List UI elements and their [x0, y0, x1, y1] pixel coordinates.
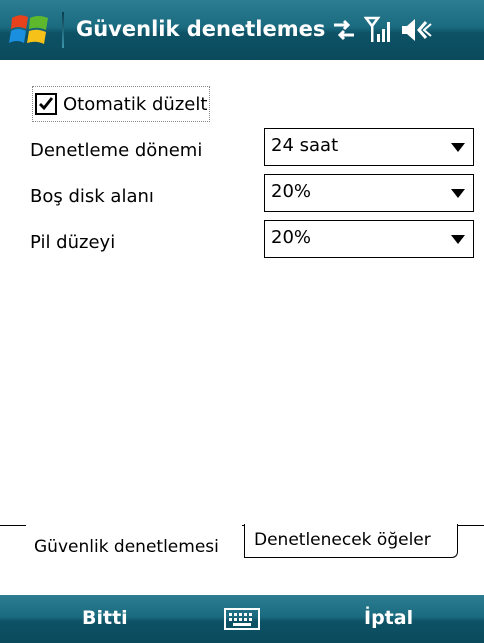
chevron-down-icon	[451, 143, 465, 152]
tab-strip: Güvenlik denetlemesi Denetlenecek öğeler	[0, 524, 484, 565]
connectivity-icon[interactable]	[330, 16, 358, 44]
chevron-down-icon	[451, 189, 465, 198]
done-button[interactable]: Bitti	[82, 607, 128, 629]
review-period-value: 24 saat	[271, 135, 339, 156]
free-disk-label: Boş disk alanı	[30, 186, 154, 207]
windows-flag-icon[interactable]	[8, 8, 52, 52]
auto-fix-checkbox[interactable]	[35, 93, 57, 115]
title-separator	[62, 12, 64, 48]
signal-strength-icon[interactable]	[363, 16, 394, 44]
title-bar: Güvenlik denetlemes	[0, 0, 484, 60]
window-title: Güvenlik denetlemes	[76, 17, 326, 41]
review-period-select[interactable]: 24 saat	[264, 128, 474, 166]
cancel-button[interactable]: İptal	[364, 607, 413, 629]
checkmark-icon	[39, 97, 54, 111]
tab-security-check[interactable]: Güvenlik denetlemesi	[26, 525, 242, 565]
battery-level-value: 20%	[271, 227, 312, 248]
tab-items-to-check-label: Denetlenecek öğeler	[254, 530, 431, 550]
auto-fix-checkbox-row[interactable]: Otomatik düzelt	[32, 86, 211, 122]
tab-items-to-check[interactable]: Denetlenecek öğeler	[244, 524, 458, 558]
battery-level-select[interactable]: 20%	[264, 220, 474, 258]
battery-level-label: Pil düzeyi	[30, 232, 116, 253]
softkey-bar: Bitti İptal	[0, 595, 484, 643]
review-period-label: Denetleme dönemi	[30, 140, 203, 161]
settings-panel: Otomatik düzelt Denetleme dönemi 24 saat…	[0, 60, 484, 595]
keyboard-icon[interactable]	[224, 607, 260, 635]
volume-icon[interactable]	[400, 16, 434, 44]
tab-security-check-label: Güvenlik denetlemesi	[34, 537, 219, 557]
auto-fix-label: Otomatik düzelt	[63, 93, 208, 115]
free-disk-value: 20%	[271, 181, 312, 202]
chevron-down-icon	[451, 235, 465, 244]
free-disk-select[interactable]: 20%	[264, 174, 474, 212]
